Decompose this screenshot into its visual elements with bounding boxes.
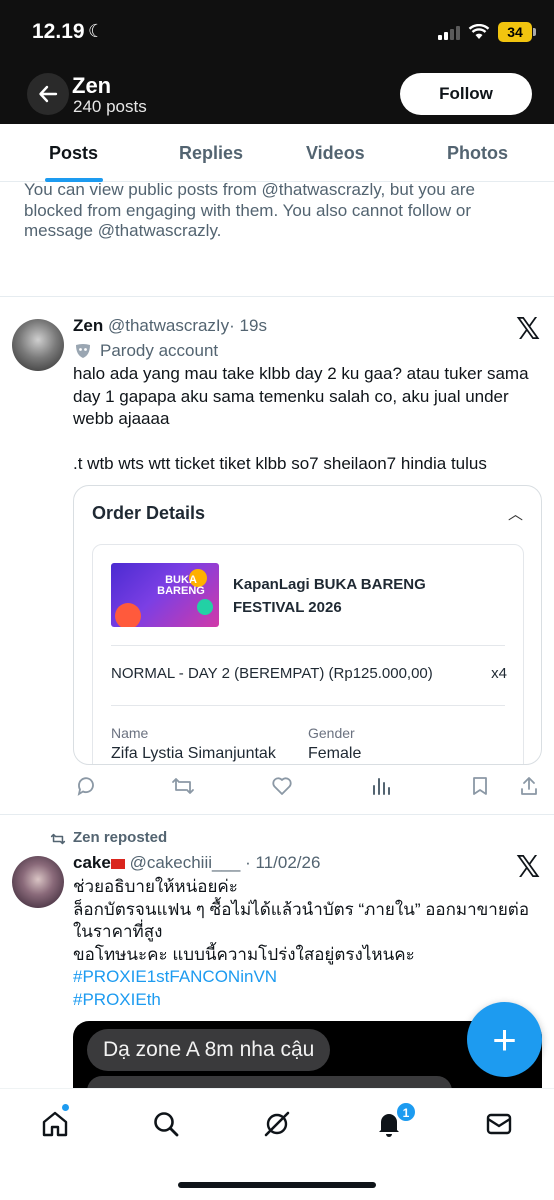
profile-header: 12.19 ☾ 34 Zen 240 posts Follow: [0, 0, 554, 124]
grok-icon[interactable]: [262, 1109, 292, 1139]
search-icon[interactable]: [151, 1109, 181, 1139]
like-icon[interactable]: [271, 775, 293, 797]
hashtag-link[interactable]: #PROXIEth: [73, 989, 543, 1012]
event-logo-text: BUKA BARENG: [157, 574, 205, 597]
tab-replies[interactable]: Replies: [179, 143, 243, 164]
profile-tabs: Posts Replies Videos Photos: [0, 124, 554, 182]
repost-small-icon: [50, 833, 66, 845]
share-icon[interactable]: [518, 775, 540, 797]
tab-posts[interactable]: Posts: [49, 143, 98, 164]
views-icon[interactable]: [370, 775, 392, 797]
profile-post-count: 240 posts: [73, 97, 147, 116]
ticket-quantity: x4: [491, 665, 507, 682]
handle[interactable]: @thatwascrazIy: [108, 316, 229, 335]
divider: [0, 296, 554, 297]
profile-name: Zen: [72, 73, 112, 98]
repost-label[interactable]: Zen reposted: [73, 829, 167, 846]
status-indicators: 34: [438, 22, 536, 42]
ticket-row: NORMAL - DAY 2 (BEREMPAT) (Rp125.000,00)…: [111, 665, 507, 682]
wifi-icon: [468, 24, 490, 39]
parody-label: Parody account: [74, 341, 218, 361]
gender-value: Female: [308, 745, 362, 762]
signal-icon: [438, 24, 460, 40]
tab-videos[interactable]: Videos: [306, 143, 365, 164]
messages-icon[interactable]: [484, 1109, 514, 1139]
battery-icon: 34: [498, 22, 536, 42]
display-name[interactable]: cake: [73, 853, 111, 872]
name-label: Name: [111, 725, 149, 741]
chevron-up-icon[interactable]: ︿: [508, 503, 523, 524]
tweet-text: ช่วยอธิบายให้หน่อยค่ะ ล็อกบัตรจนแฟน ๆ ซื…: [73, 876, 543, 1011]
follow-button[interactable]: Follow: [400, 73, 532, 115]
separator: [111, 705, 505, 706]
timestamp: · 19s: [229, 316, 267, 335]
reply-icon[interactable]: [75, 775, 97, 797]
blocked-notice: You can view public posts from @thatwasc…: [24, 180, 475, 240]
event-banner-image: BUKA BARENG: [111, 563, 219, 627]
order-details-card[interactable]: Order Details ︿ BUKA BARENG KapanLagi BU…: [73, 485, 542, 765]
compose-button[interactable]: +: [467, 1002, 542, 1077]
moon-icon: ☾: [88, 21, 105, 41]
tweet-header: cake @cakechiii___ · 11/02/26: [73, 853, 320, 873]
event-name: KapanLagi BUKA BARENG FESTIVAL 2026: [233, 576, 426, 616]
bookmark-icon[interactable]: [469, 775, 491, 797]
card-title: Order Details: [92, 503, 206, 523]
timestamp: · 11/02/26: [245, 853, 321, 872]
x-logo-icon: 𝕏: [516, 312, 541, 347]
back-button[interactable]: [27, 73, 69, 115]
gender-label: Gender: [308, 725, 355, 741]
order-item: BUKA BARENG KapanLagi BUKA BARENG FESTIV…: [92, 544, 524, 764]
vietnam-flag-icon: [110, 859, 125, 869]
tweet-header: Zen @thatwascrazIy· 19s: [73, 316, 267, 336]
repost-icon[interactable]: [171, 775, 195, 797]
arrow-left-icon: [39, 85, 58, 103]
tweet-line: ขอโทษนะคะ แบบนี้ความโปร่งใสอยู่ตรงไหนคะ: [73, 944, 415, 964]
avatar[interactable]: [12, 856, 64, 908]
divider: [0, 814, 554, 815]
tab-photos[interactable]: Photos: [447, 143, 508, 164]
tweet-line: ช่วยอธิบายให้หน่อยค่ะ: [73, 877, 238, 896]
notification-badge: 1: [396, 1102, 416, 1122]
tweet-text: halo ada yang mau take klbb day 2 ku gaa…: [73, 364, 529, 473]
handle[interactable]: @cakechiii___: [130, 853, 241, 872]
status-time: 12.19: [32, 20, 85, 43]
avatar[interactable]: [12, 319, 64, 371]
home-notification-dot: [61, 1103, 70, 1112]
mask-icon: [76, 344, 90, 358]
chat-bubble: Dạ zone A 8m nha cậu: [87, 1029, 331, 1071]
home-indicator: [178, 1182, 376, 1188]
tweet-actions: [73, 775, 543, 799]
name-value: Zifa Lystia Simanjuntak: [111, 745, 276, 762]
separator: [111, 645, 505, 646]
parody-text: Parody account: [100, 341, 219, 360]
tweet-line: ล็อกบัตรจนแฟน ๆ ซื้อไม่ได้แล้วนำบัตร “ภา…: [73, 899, 530, 942]
ticket-type: NORMAL - DAY 2 (BEREMPAT) (Rp125.000,00): [111, 665, 433, 682]
hashtag-link[interactable]: #PROXIE1stFANCONinVN: [73, 966, 543, 989]
display-name[interactable]: Zen: [73, 316, 103, 335]
home-icon[interactable]: [40, 1109, 70, 1139]
